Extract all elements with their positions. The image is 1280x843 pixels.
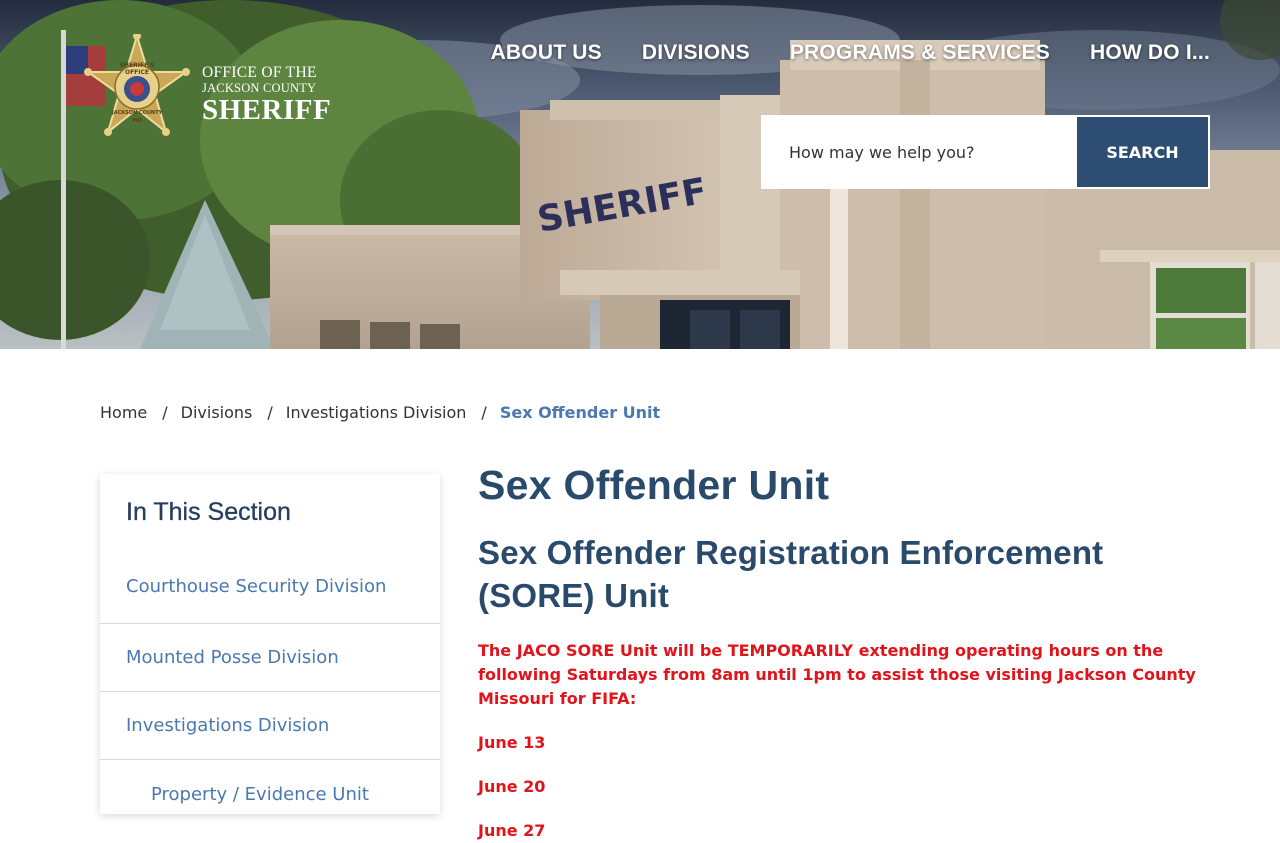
- sidebar-link[interactable]: Property / Evidence Unit: [151, 784, 369, 805]
- main-content: Sex Offender Unit Sex Offender Registrat…: [478, 462, 1198, 843]
- page-subtitle: Sex Offender Registration Enforcement (S…: [478, 534, 1104, 614]
- svg-text:JACKSON COUNTY: JACKSON COUNTY: [111, 110, 163, 116]
- svg-text:OFFICE: OFFICE: [125, 69, 149, 76]
- main-navigation: ABOUT US DIVISIONS PROGRAMS & SERVICES H…: [491, 41, 1210, 65]
- breadcrumb: Home / Divisions / Investigations Divisi…: [100, 403, 660, 422]
- date-item: June 13: [478, 733, 546, 752]
- sidebar-item-mounted-posse: Mounted Posse Division: [100, 624, 440, 692]
- svg-text:SHERIFF'S: SHERIFF'S: [120, 62, 155, 69]
- breadcrumb-separator: /: [162, 403, 168, 422]
- search-button[interactable]: SEARCH: [1077, 117, 1208, 187]
- logo-text: OFFICE OF THE JACKSON COUNTY SHERIFF: [202, 65, 331, 125]
- alert-notice: The JACO SORE Unit will be TEMPORARILY e…: [478, 641, 1196, 708]
- sidebar-title: In This Section: [126, 498, 291, 526]
- nav-divisions[interactable]: DIVISIONS: [642, 41, 750, 65]
- logo-line-2: JACKSON COUNTY: [202, 80, 317, 95]
- breadcrumb-separator: /: [267, 403, 273, 422]
- breadcrumb-current: Sex Offender Unit: [499, 403, 661, 422]
- sidebar-link[interactable]: Mounted Posse Division: [126, 647, 339, 668]
- hero-banner: SHERIFF SHERIFF'S OFFICE JACKSON COUNTY …: [0, 0, 1280, 349]
- sidebar-item-courthouse-security: Courthouse Security Division: [100, 549, 440, 624]
- date-item: June 27: [478, 821, 546, 840]
- sidebar-link[interactable]: Investigations Division: [126, 715, 329, 736]
- logo-line-1: OFFICE OF THE: [202, 64, 317, 81]
- section-sidebar: In This Section Courthouse Security Divi…: [100, 474, 440, 814]
- breadcrumb-divisions[interactable]: Divisions: [181, 403, 253, 422]
- breadcrumb-investigations-division[interactable]: Investigations Division: [286, 403, 467, 422]
- svg-text:MO: MO: [132, 118, 141, 124]
- nav-programs-services[interactable]: PROGRAMS & SERVICES: [790, 41, 1050, 65]
- sidebar-item-investigations: Investigations Division: [100, 692, 440, 760]
- sidebar-link[interactable]: Courthouse Security Division: [126, 576, 386, 597]
- nav-about-us[interactable]: ABOUT US: [491, 41, 602, 65]
- nav-how-do-i[interactable]: HOW DO I...: [1090, 41, 1210, 65]
- sidebar-item-property-evidence: Property / Evidence Unit: [100, 760, 440, 828]
- sheriff-badge-icon: SHERIFF'S OFFICE JACKSON COUNTY MO: [84, 34, 190, 136]
- date-item: June 20: [478, 777, 546, 796]
- site-logo[interactable]: SHERIFF'S OFFICE JACKSON COUNTY MO OFFIC…: [84, 34, 331, 156]
- page-title: Sex Offender Unit: [478, 462, 830, 508]
- sidebar-list: Courthouse Security Division Mounted Pos…: [100, 549, 440, 828]
- breadcrumb-home[interactable]: Home: [100, 403, 147, 422]
- breadcrumb-separator: /: [481, 403, 487, 422]
- logo-line-3: SHERIFF: [202, 94, 332, 126]
- site-search: SEARCH: [761, 115, 1210, 189]
- search-input[interactable]: [763, 117, 1077, 187]
